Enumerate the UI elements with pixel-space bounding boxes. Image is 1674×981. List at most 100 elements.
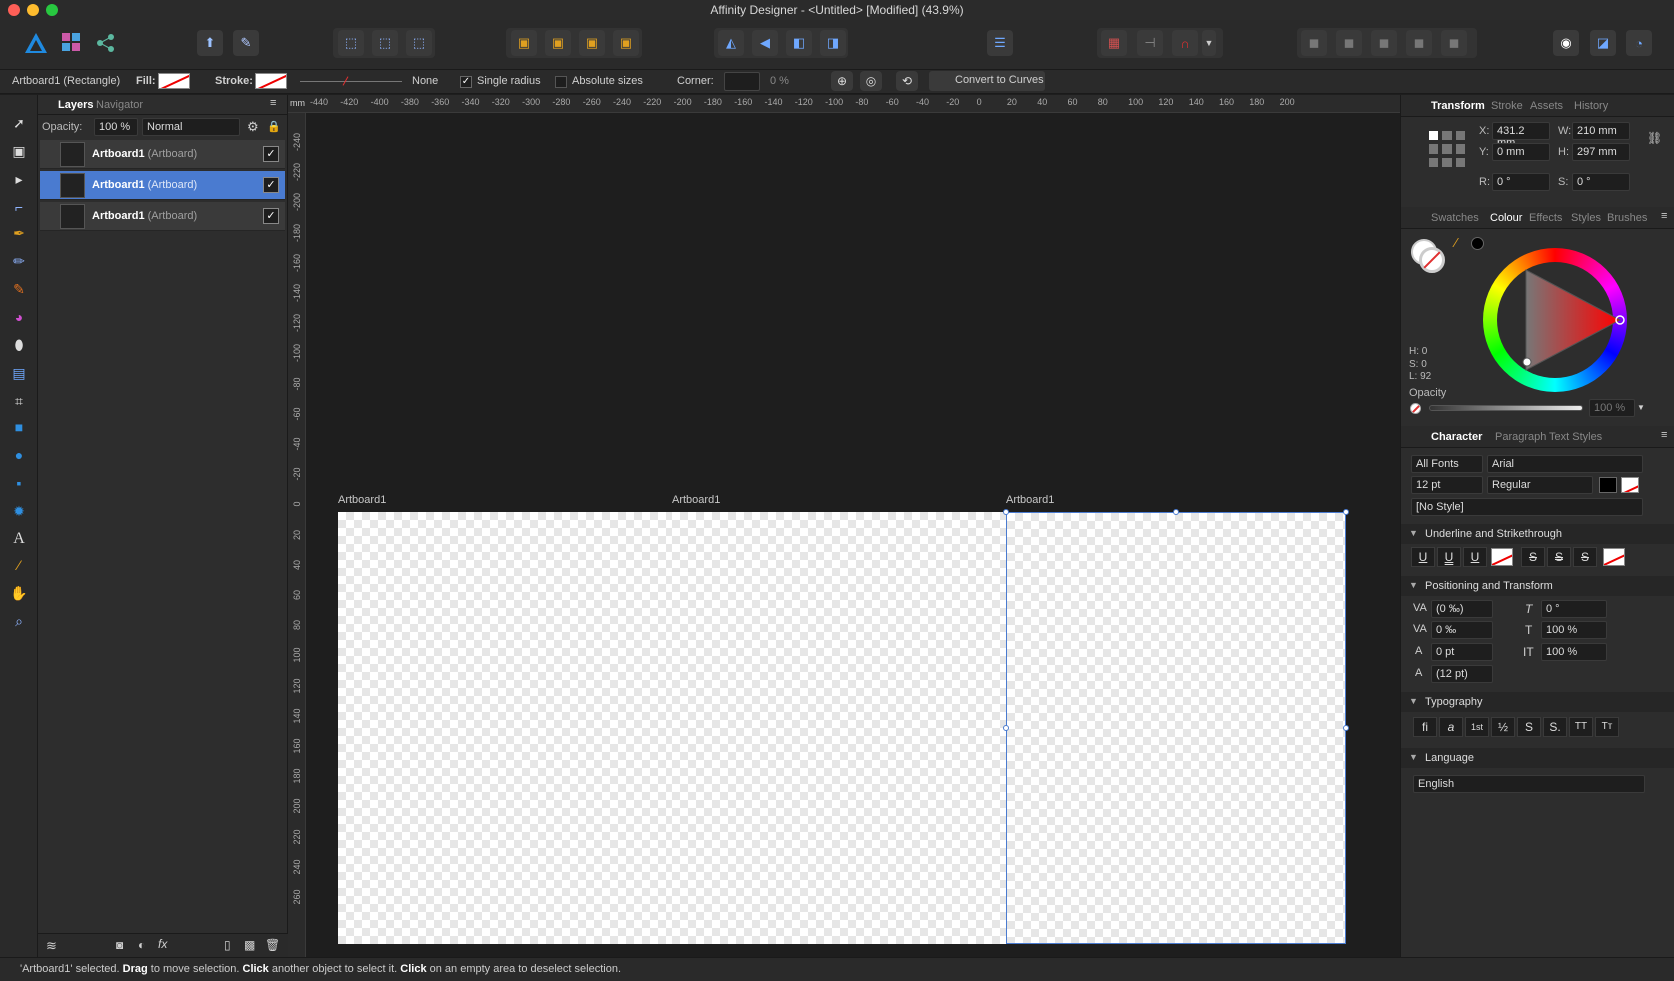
selection-handle[interactable] <box>1343 509 1349 515</box>
panel-menu-icon[interactable]: ≡ <box>1661 210 1667 222</box>
layer-opacity-field[interactable]: 100 % <box>94 118 138 136</box>
assistant-icon[interactable]: ⬆ <box>197 30 223 56</box>
snapping-options-icon[interactable]: ✎ <box>233 30 259 56</box>
opacity-dropdown-icon[interactable]: ▼ <box>1637 403 1645 412</box>
boolean-xor-icon[interactable]: ◼ <box>1406 30 1432 56</box>
delete-layer-icon[interactable]: 🗑 <box>265 938 280 952</box>
swash-button[interactable]: a <box>1439 717 1463 737</box>
single-radius-checkbox[interactable]: ✓ <box>460 76 472 88</box>
underline-accounting-icon[interactable]: U <box>1463 547 1487 567</box>
fill-stroke-selector-icon[interactable] <box>1411 239 1449 273</box>
quick-fx-icon[interactable]: ◉ <box>1553 30 1579 56</box>
visibility-checkbox[interactable]: ✓ <box>263 208 279 224</box>
hide-selection-icon[interactable]: ◎ <box>860 71 882 91</box>
align-icon[interactable]: ☰ <box>987 30 1013 56</box>
underline-single-icon[interactable]: U <box>1411 547 1435 567</box>
arrange-windows-icon[interactable]: ◪ <box>1590 30 1616 56</box>
underline-double-icon[interactable]: U <box>1437 547 1461 567</box>
x-field[interactable]: 431.2 mm <box>1492 122 1550 149</box>
underline-colour-swatch[interactable] <box>1491 548 1513 566</box>
subscript-button[interactable]: S. <box>1543 717 1567 737</box>
snap-to-pixels-icon[interactable]: ⊣ <box>1137 30 1163 56</box>
tab-effects[interactable]: Effects <box>1529 212 1562 224</box>
add-group-icon[interactable]: ▩ <box>244 938 255 952</box>
character-style-dropdown[interactable]: [No Style] <box>1411 498 1643 516</box>
typography-section-header[interactable]: Typography <box>1401 692 1674 712</box>
ellipse-tool-icon[interactable]: ● <box>9 445 29 465</box>
link-icon[interactable]: ⛓ <box>1647 131 1662 145</box>
strikethrough-thick-icon[interactable]: S <box>1573 547 1597 567</box>
corner-type-dropdown[interactable] <box>724 72 760 91</box>
vertical-scale-field[interactable]: 100 % <box>1541 621 1607 639</box>
tab-history[interactable]: History <box>1574 100 1608 112</box>
tab-layers[interactable]: Layers <box>58 99 93 111</box>
add-layer-icon[interactable]: ▯ <box>224 938 231 952</box>
add-fx-icon[interactable]: fx <box>158 937 167 951</box>
selection-handle[interactable] <box>1173 509 1179 515</box>
lock-icon[interactable]: 🔒 <box>267 120 281 133</box>
text-stroke-swatch[interactable] <box>1621 477 1639 493</box>
pixel-persona-icon[interactable] <box>62 33 80 51</box>
h-field[interactable]: 297 mm <box>1572 143 1630 161</box>
font-size-field[interactable]: 12 pt <box>1411 476 1483 494</box>
layer-row[interactable]: Artboard1 (Artboard) ✓ <box>40 171 285 200</box>
insert-top-icon[interactable]: ⬚ <box>406 30 432 56</box>
corner-value[interactable]: 0 % <box>770 75 789 87</box>
add-adjustment-icon[interactable]: ◐ <box>138 938 145 952</box>
fill-tool-icon[interactable]: ◕ <box>9 307 29 327</box>
node-tool-icon[interactable]: ▸ <box>9 169 29 189</box>
transform-origin-icon[interactable]: ⊕ <box>831 71 853 91</box>
opacity-slider[interactable] <box>1429 405 1583 411</box>
fractions-button[interactable]: ½ <box>1491 717 1515 737</box>
layer-row[interactable]: Artboard1 (Artboard) ✓ <box>40 140 285 169</box>
font-collection-dropdown[interactable]: All Fonts <box>1411 455 1483 473</box>
artboard-tool-icon[interactable]: ▣ <box>9 141 29 161</box>
stroke-swatch[interactable] <box>255 73 287 89</box>
move-back-one-icon[interactable]: ▣ <box>545 30 571 56</box>
leading-field[interactable]: (12 pt) <box>1431 665 1493 683</box>
close-window-button[interactable] <box>8 4 20 16</box>
boolean-divide-icon[interactable]: ◼ <box>1441 30 1467 56</box>
insert-inside-icon[interactable]: ⬚ <box>338 30 364 56</box>
tab-text-styles[interactable]: Text Styles <box>1549 431 1602 443</box>
panel-menu-icon[interactable]: ≡ <box>270 97 276 109</box>
canvas[interactable]: Artboard1 Artboard1 Artboard1 <box>306 113 1400 957</box>
flip-vertical-icon[interactable]: ◀ <box>752 30 778 56</box>
underline-section-header[interactable]: Underline and Strikethrough <box>1401 524 1674 544</box>
stroke-width-slider[interactable] <box>300 81 402 82</box>
artboard-selected[interactable] <box>1006 512 1346 944</box>
visibility-checkbox[interactable]: ✓ <box>263 146 279 162</box>
w-field[interactable]: 210 mm <box>1572 122 1630 140</box>
positioning-section-header[interactable]: Positioning and Transform <box>1401 576 1674 596</box>
boolean-add-icon[interactable]: ◼ <box>1301 30 1327 56</box>
move-tool-icon[interactable]: ➚ <box>9 113 29 133</box>
flip-horizontal-icon[interactable]: ◭ <box>718 30 744 56</box>
rotation-field[interactable]: 0 ° <box>1492 173 1550 191</box>
colour-wheel[interactable] <box>1483 248 1627 392</box>
ordinals-button[interactable]: 1st <box>1465 717 1489 737</box>
eyedropper-icon[interactable]: ⁄ <box>1455 235 1457 250</box>
boolean-intersect-icon[interactable]: ◼ <box>1371 30 1397 56</box>
superscript-button[interactable]: S <box>1517 717 1541 737</box>
layers-stack-icon[interactable]: ≋ <box>46 938 57 954</box>
selection-handle[interactable] <box>1003 509 1009 515</box>
tab-navigator[interactable]: Navigator <box>96 99 143 111</box>
strikethrough-colour-swatch[interactable] <box>1603 548 1625 566</box>
move-to-front-icon[interactable]: ▣ <box>613 30 639 56</box>
export-persona-icon[interactable] <box>95 32 117 54</box>
tab-character[interactable]: Character <box>1431 431 1482 443</box>
layer-row[interactable]: Artboard1 (Artboard) ✓ <box>40 202 285 231</box>
tab-brushes[interactable]: Brushes <box>1607 212 1647 224</box>
place-image-tool-icon[interactable]: ▤ <box>9 363 29 383</box>
pen-tool-icon[interactable]: ✒ <box>9 223 29 243</box>
tab-stroke[interactable]: Stroke <box>1491 100 1523 112</box>
vector-brush-tool-icon[interactable]: ✎ <box>9 279 29 299</box>
visibility-checkbox[interactable]: ✓ <box>263 177 279 193</box>
rounded-rectangle-tool-icon[interactable]: ▪ <box>9 473 29 493</box>
hand-tool-icon[interactable]: ✋ <box>9 583 29 603</box>
layer-settings-icon[interactable]: ⚙ <box>247 119 259 135</box>
minimize-window-button[interactable] <box>27 4 39 16</box>
tab-colour[interactable]: Colour <box>1490 212 1522 224</box>
tab-swatches[interactable]: Swatches <box>1431 212 1479 224</box>
no-colour-icon[interactable] <box>1410 403 1421 414</box>
